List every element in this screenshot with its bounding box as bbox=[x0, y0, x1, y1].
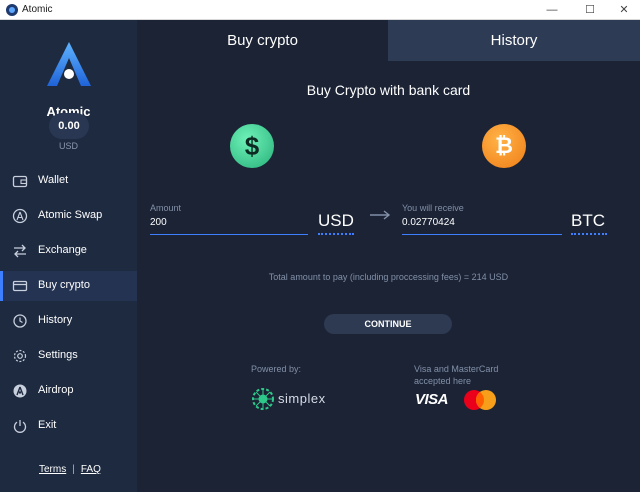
sidebar-item-label: Exchange bbox=[38, 244, 87, 256]
from-currency-select[interactable]: USD bbox=[318, 211, 354, 231]
window-title: Atomic bbox=[22, 4, 53, 15]
atomic-app-icon bbox=[6, 4, 18, 16]
atomic-logo-icon bbox=[43, 40, 95, 88]
sidebar-item-label: Wallet bbox=[38, 174, 69, 186]
maximize-button[interactable]: ☐ bbox=[574, 0, 606, 20]
gear-icon bbox=[13, 349, 27, 363]
to-currency-underline bbox=[571, 233, 607, 235]
exchange-icon bbox=[14, 244, 26, 258]
wallet-icon bbox=[12, 175, 28, 188]
balance-currency: USD bbox=[58, 141, 78, 151]
amount-input[interactable]: 200 bbox=[150, 217, 167, 228]
sidebar-item-settings[interactable]: Settings bbox=[0, 341, 137, 371]
balance-pill: 0.00 bbox=[49, 113, 89, 139]
atomic-swap-icon bbox=[12, 208, 28, 224]
amount-label: Amount bbox=[150, 203, 182, 213]
arrow-right-icon bbox=[370, 210, 391, 220]
history-icon bbox=[13, 314, 27, 328]
sidebar: Atomic 0.00 USD Wallet Atomic Swap Excha… bbox=[0, 20, 137, 492]
total-amount-text: Total amount to pay (including proccessi… bbox=[268, 272, 509, 282]
visa-logo: VISA bbox=[415, 391, 449, 408]
simplex-logo-icon bbox=[252, 388, 274, 410]
sidebar-item-exchange[interactable]: Exchange bbox=[0, 236, 137, 266]
faq-link[interactable]: FAQ bbox=[81, 464, 101, 475]
minimize-button[interactable]: — bbox=[536, 0, 568, 20]
sidebar-item-wallet[interactable]: Wallet bbox=[0, 166, 137, 196]
receive-label: You will receive bbox=[402, 203, 464, 213]
sidebar-item-label: Settings bbox=[38, 349, 78, 361]
simplex-logo-text: simplex bbox=[278, 391, 326, 406]
sidebar-item-label: Airdrop bbox=[38, 384, 74, 396]
receive-underline bbox=[402, 234, 562, 235]
page-title: Buy Crypto with bank card bbox=[306, 82, 471, 98]
close-button[interactable]: ✕ bbox=[608, 0, 640, 20]
sidebar-item-label: Atomic Swap bbox=[38, 209, 103, 221]
tab-buy-crypto[interactable]: Buy crypto bbox=[137, 20, 388, 61]
amount-underline bbox=[150, 234, 308, 235]
to-currency-select[interactable]: BTC bbox=[571, 211, 605, 231]
airdrop-icon bbox=[13, 384, 27, 398]
footer-separator: | bbox=[72, 464, 75, 475]
card-icon bbox=[12, 280, 28, 292]
btc-coin-icon: ₿ bbox=[482, 124, 526, 168]
sidebar-item-atomic-swap[interactable]: Atomic Swap bbox=[0, 201, 137, 231]
tab-history[interactable]: History bbox=[388, 20, 640, 61]
cards-accepted-label: Visa and MasterCard accepted here bbox=[414, 364, 499, 386]
sidebar-item-buy-crypto[interactable]: Buy crypto bbox=[0, 271, 137, 301]
powered-by-label: Powered by: bbox=[251, 364, 302, 374]
sidebar-item-history[interactable]: History bbox=[0, 306, 137, 336]
footer-links: Terms | FAQ bbox=[39, 464, 101, 475]
mastercard-logo-icon bbox=[464, 390, 496, 410]
title-bar: Atomic — ☐ ✕ bbox=[0, 0, 640, 20]
receive-value: 0.02770424 bbox=[402, 217, 455, 228]
terms-link[interactable]: Terms bbox=[39, 464, 66, 475]
sidebar-item-label: History bbox=[38, 314, 73, 326]
usd-coin-icon: $ bbox=[230, 124, 274, 168]
main-panel: Buy crypto History Buy Crypto with bank … bbox=[137, 20, 640, 492]
continue-button[interactable]: CONTINUE bbox=[324, 314, 452, 334]
sidebar-item-label: Exit bbox=[38, 419, 57, 431]
sidebar-item-exit[interactable]: Exit bbox=[0, 411, 137, 441]
sidebar-item-label: Buy crypto bbox=[38, 279, 90, 291]
power-icon bbox=[13, 420, 27, 433]
from-currency-underline bbox=[318, 233, 354, 235]
sidebar-item-airdrop[interactable]: Airdrop bbox=[0, 376, 137, 406]
